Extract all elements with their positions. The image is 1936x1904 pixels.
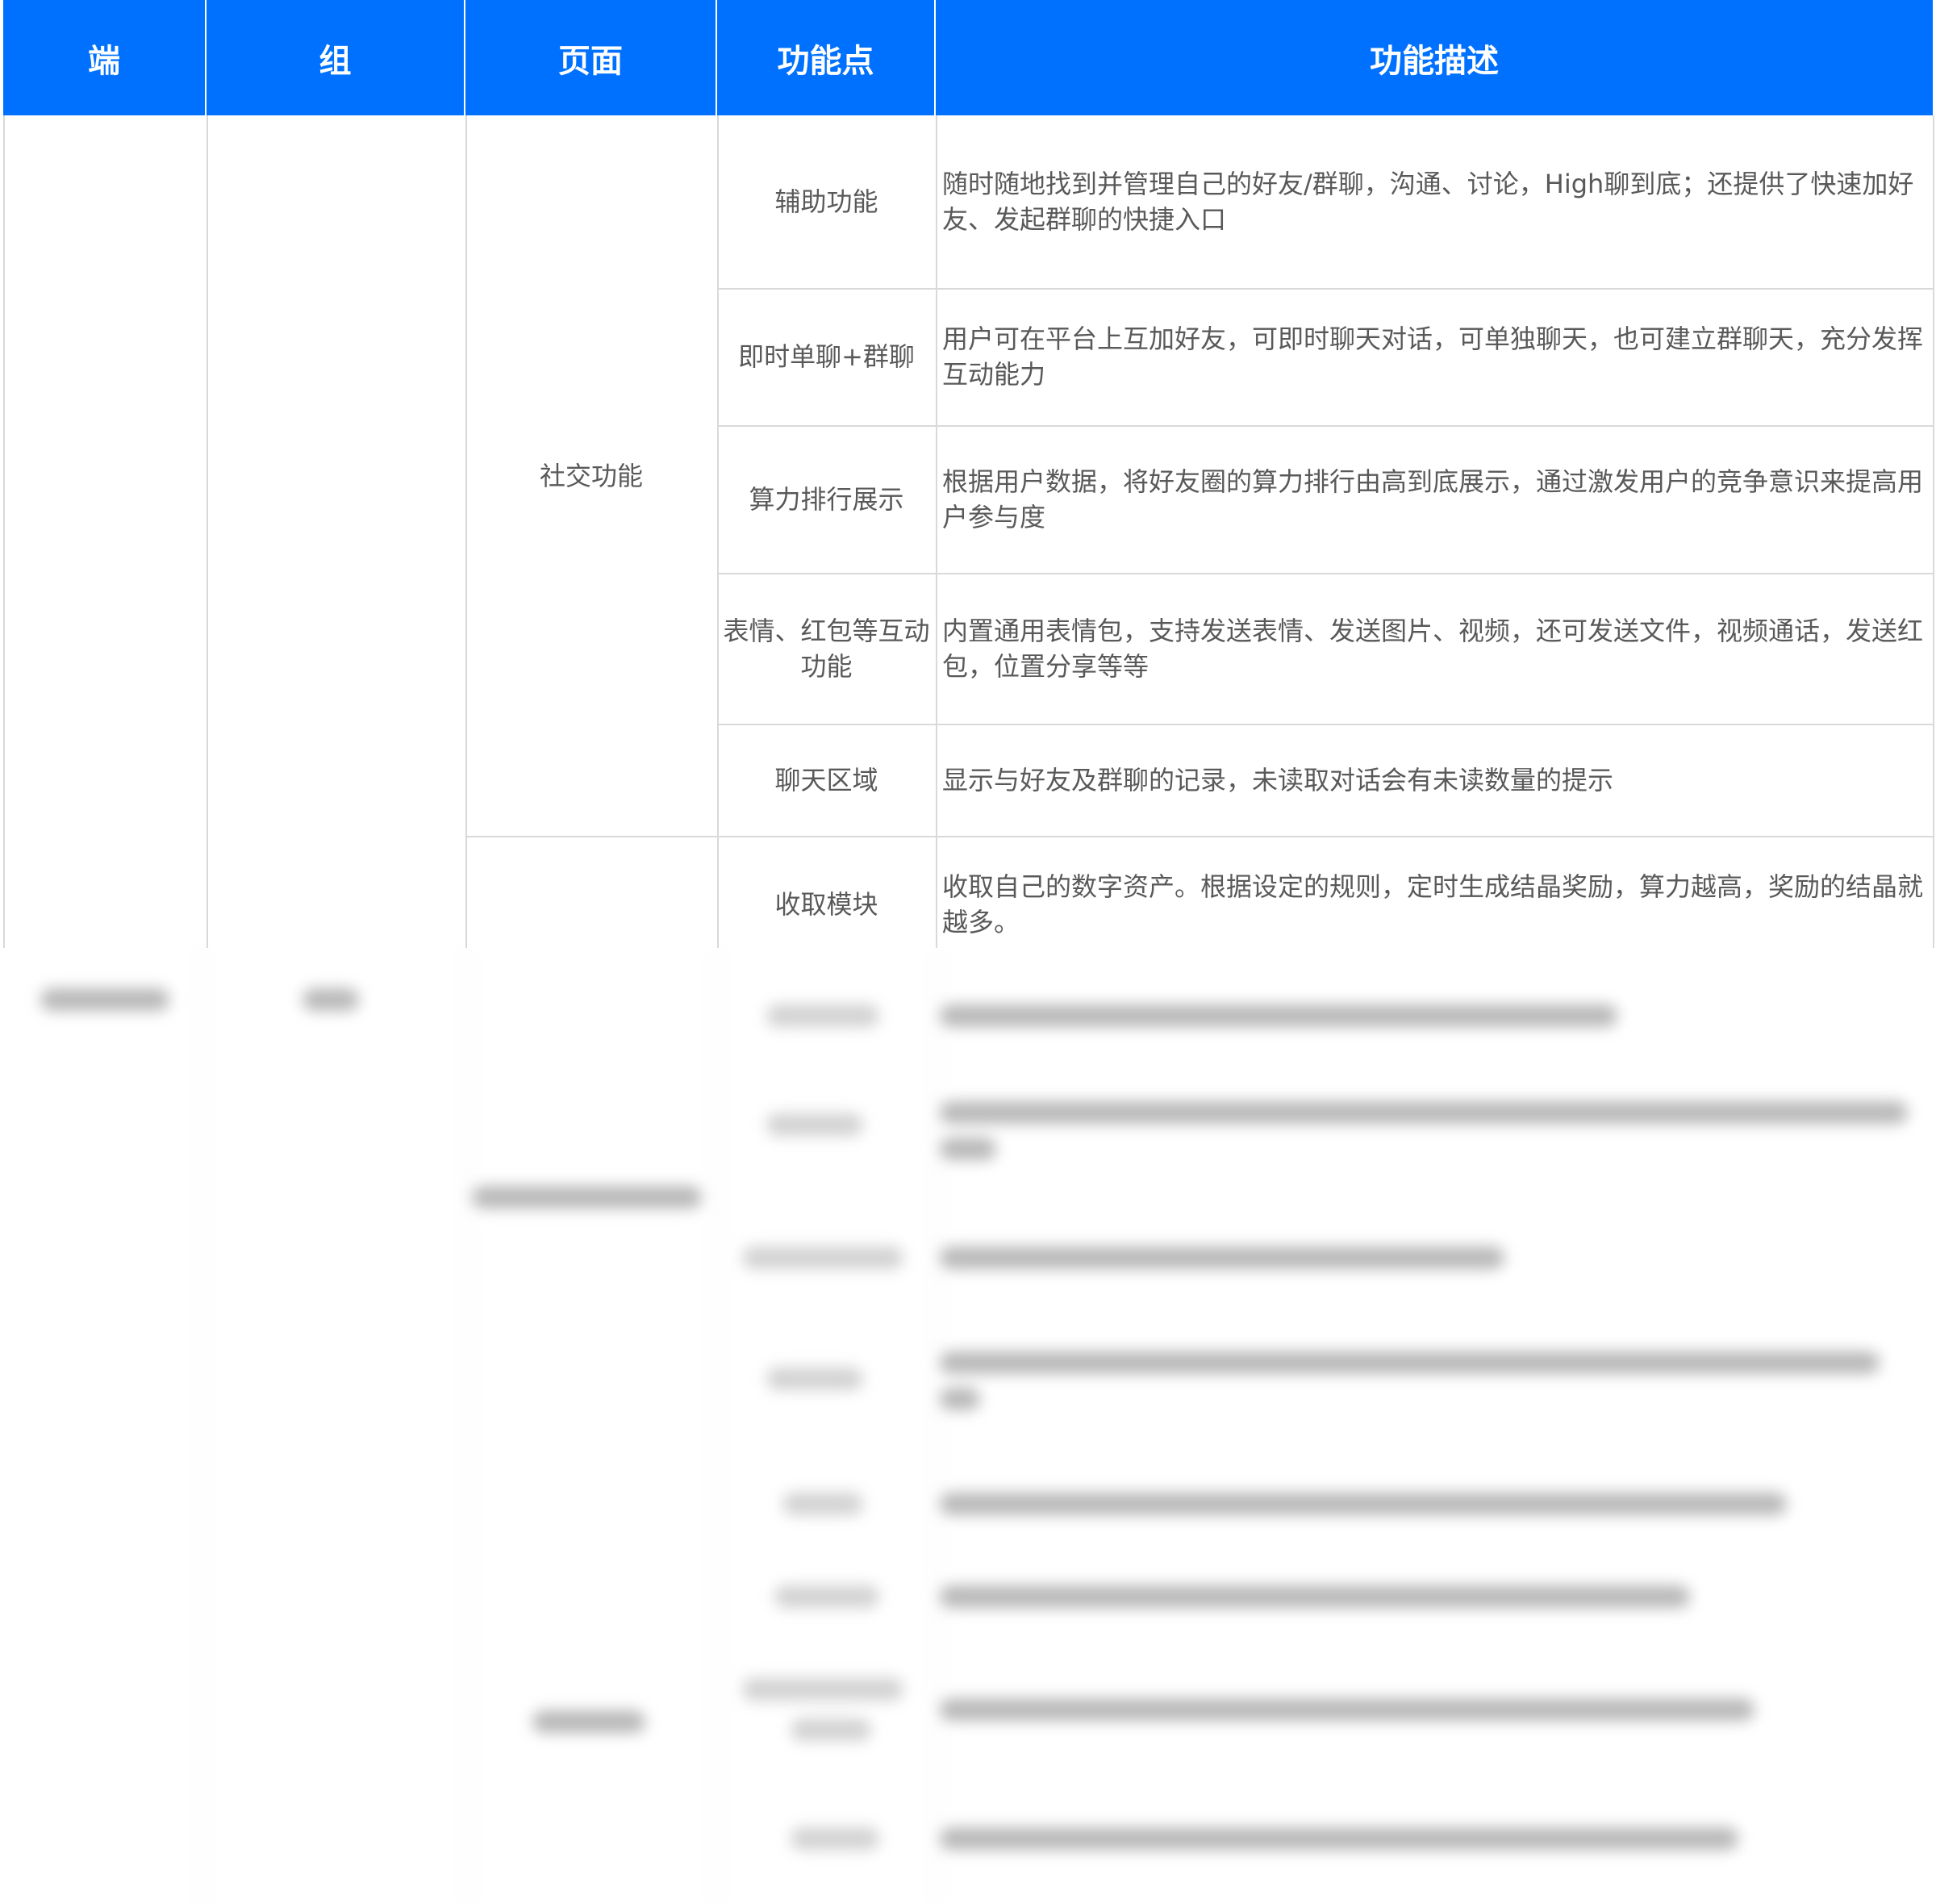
blurred-text	[940, 1493, 1787, 1515]
blurred-text	[766, 1367, 863, 1390]
feature-cell: 辅助功能	[774, 186, 878, 217]
blurred-text	[940, 1351, 1880, 1374]
feature-cell: 表情、红包等互动功能	[723, 615, 930, 682]
grid-line	[717, 948, 719, 1904]
description-cell: 根据用户数据，将好友圈的算力排行由高到底展示，通过激发用户的竞争意识来提高用户参…	[942, 466, 1924, 532]
blurred-text	[782, 1493, 863, 1515]
feature-cell: 即时单聊+群聊	[738, 341, 915, 372]
grid-line	[465, 948, 467, 1904]
grid-line	[936, 948, 937, 1904]
feature-cell: 算力排行展示	[749, 483, 904, 515]
blurred-text	[472, 1186, 702, 1209]
blurred-text	[791, 1827, 879, 1850]
description-cell: 内置通用表情包，支持发送表情、发送图片、视频，还可发送文件，视频通话，发送红包，…	[942, 615, 1924, 682]
blurred-text	[940, 1388, 980, 1410]
blurred-text	[742, 1246, 903, 1269]
blurred-text	[766, 1113, 863, 1136]
blurred-text	[766, 1004, 879, 1027]
header-cell-description: 功能描述	[936, 0, 1933, 115]
blurred-content-region	[0, 948, 1936, 1904]
description-cell: 用户可在平台上互加好友，可即时聊天对话，可单独聊天，也可建立群聊天，充分发挥互动…	[942, 324, 1924, 390]
description-cell: 随时随地找到并管理自己的好友/群聊，沟通、讨论，High聊到底；还提供了快速加好…	[942, 169, 1914, 235]
blurred-text	[532, 1710, 645, 1733]
header-cell-feature: 功能点	[717, 0, 936, 115]
grid-line	[202, 948, 203, 1904]
grid-line	[207, 115, 208, 948]
blurred-text	[774, 1585, 879, 1608]
blurred-text	[742, 1678, 903, 1701]
blurred-text	[940, 1827, 1738, 1850]
blurred-text	[940, 1246, 1504, 1269]
header-cell-page: 页面	[465, 0, 717, 115]
blurred-text	[940, 1585, 1690, 1608]
blurred-text	[940, 1004, 1617, 1027]
page-cell-social: 社交功能	[539, 460, 643, 491]
blurred-text	[791, 1718, 871, 1741]
blurred-text	[940, 1138, 996, 1160]
blurred-text	[302, 988, 359, 1011]
feature-cell: 聊天区域	[774, 764, 878, 795]
blurred-text	[940, 1698, 1754, 1721]
feature-table: 端 组 页面 功能点 功能描述 社交功能 辅助功能 随时随地找到并管理自己的好友…	[0, 0, 1936, 1904]
description-cell: 显示与好友及群聊的记录，未读取对话会有未读数量的提示	[942, 764, 1614, 795]
header-cell-duan: 端	[3, 0, 207, 115]
blurred-text	[940, 1101, 1908, 1124]
grid-line	[1933, 115, 1934, 948]
blurred-text	[40, 988, 169, 1011]
header-cell-group: 组	[207, 0, 465, 115]
grid-line	[3, 115, 5, 948]
